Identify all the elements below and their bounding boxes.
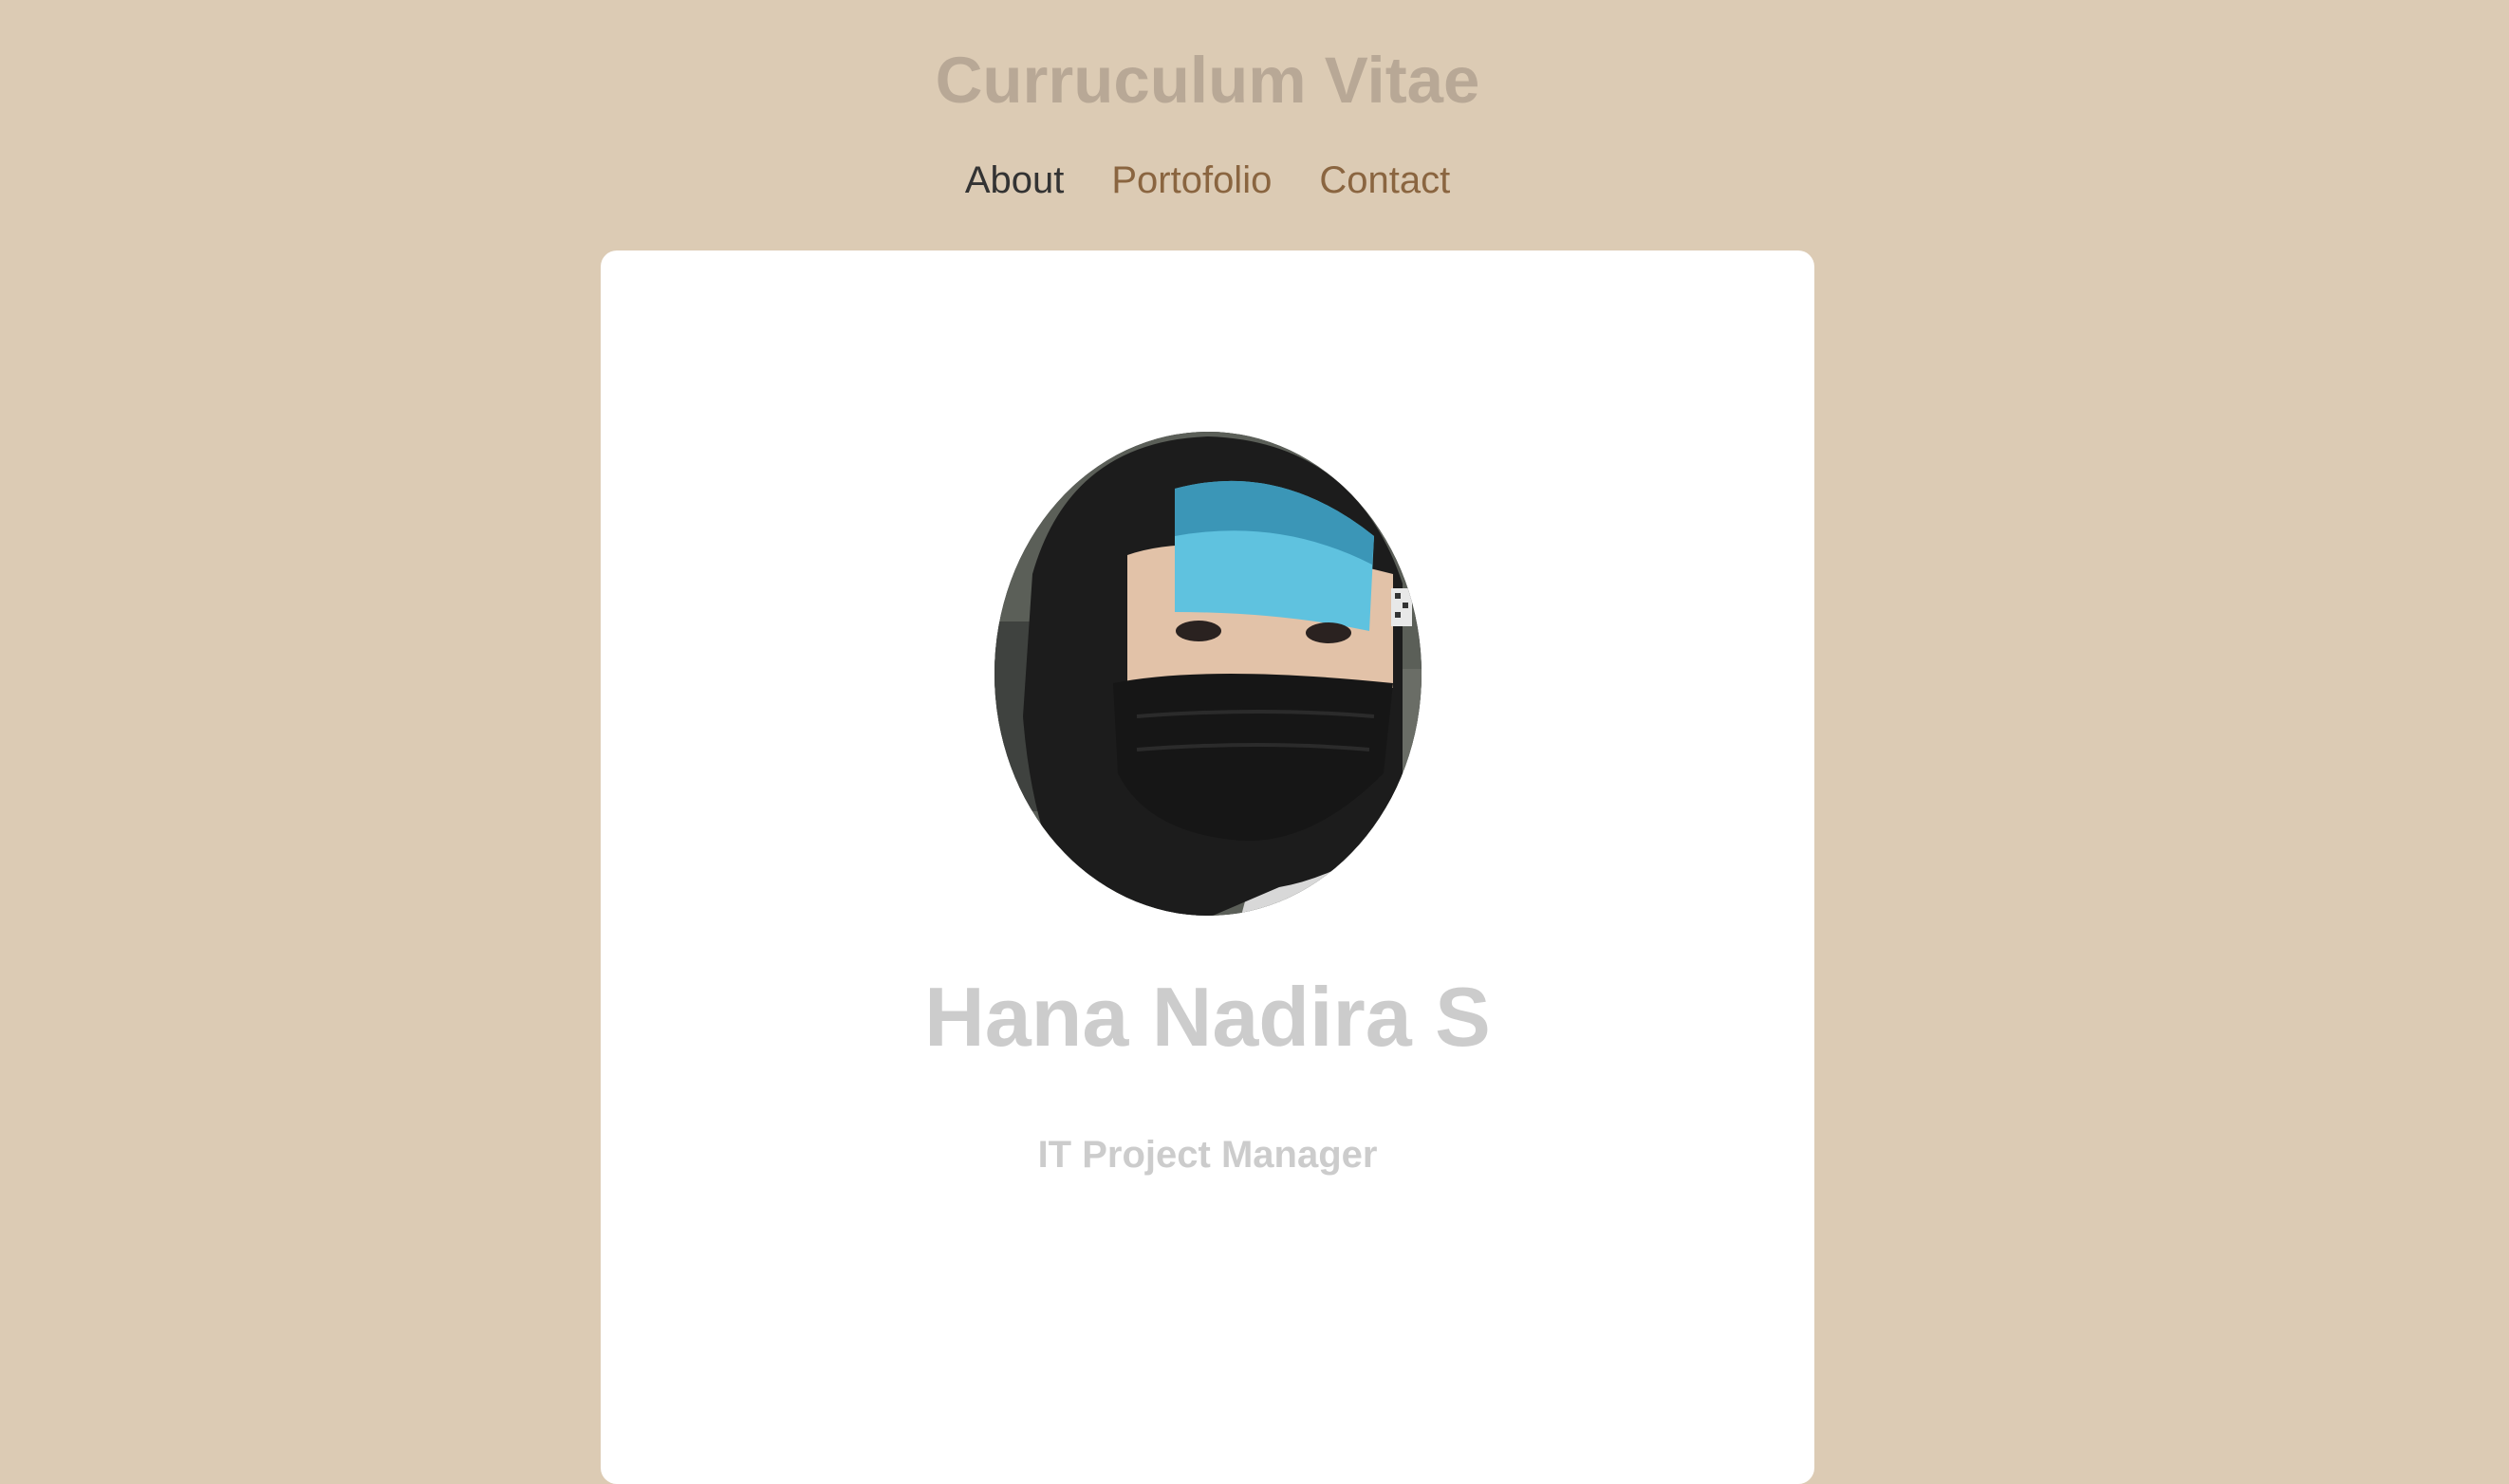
profile-photo-image	[994, 432, 1422, 916]
person-role: IT Project Manager	[1037, 1134, 1378, 1176]
nav-link-about[interactable]: About	[965, 152, 1065, 209]
site-title: Curruculum Vitae	[935, 44, 1480, 117]
nav-link-contact[interactable]: Contact	[1319, 152, 1450, 209]
profile-photo	[994, 432, 1422, 916]
main-nav: About Portofolio Contact	[0, 152, 2415, 209]
profile-card: Hana Nadira S IT Project Manager	[601, 250, 1814, 1484]
nav-link-portofolio[interactable]: Portofolio	[1111, 152, 1272, 209]
person-name: Hana Nadira S	[924, 970, 1491, 1064]
